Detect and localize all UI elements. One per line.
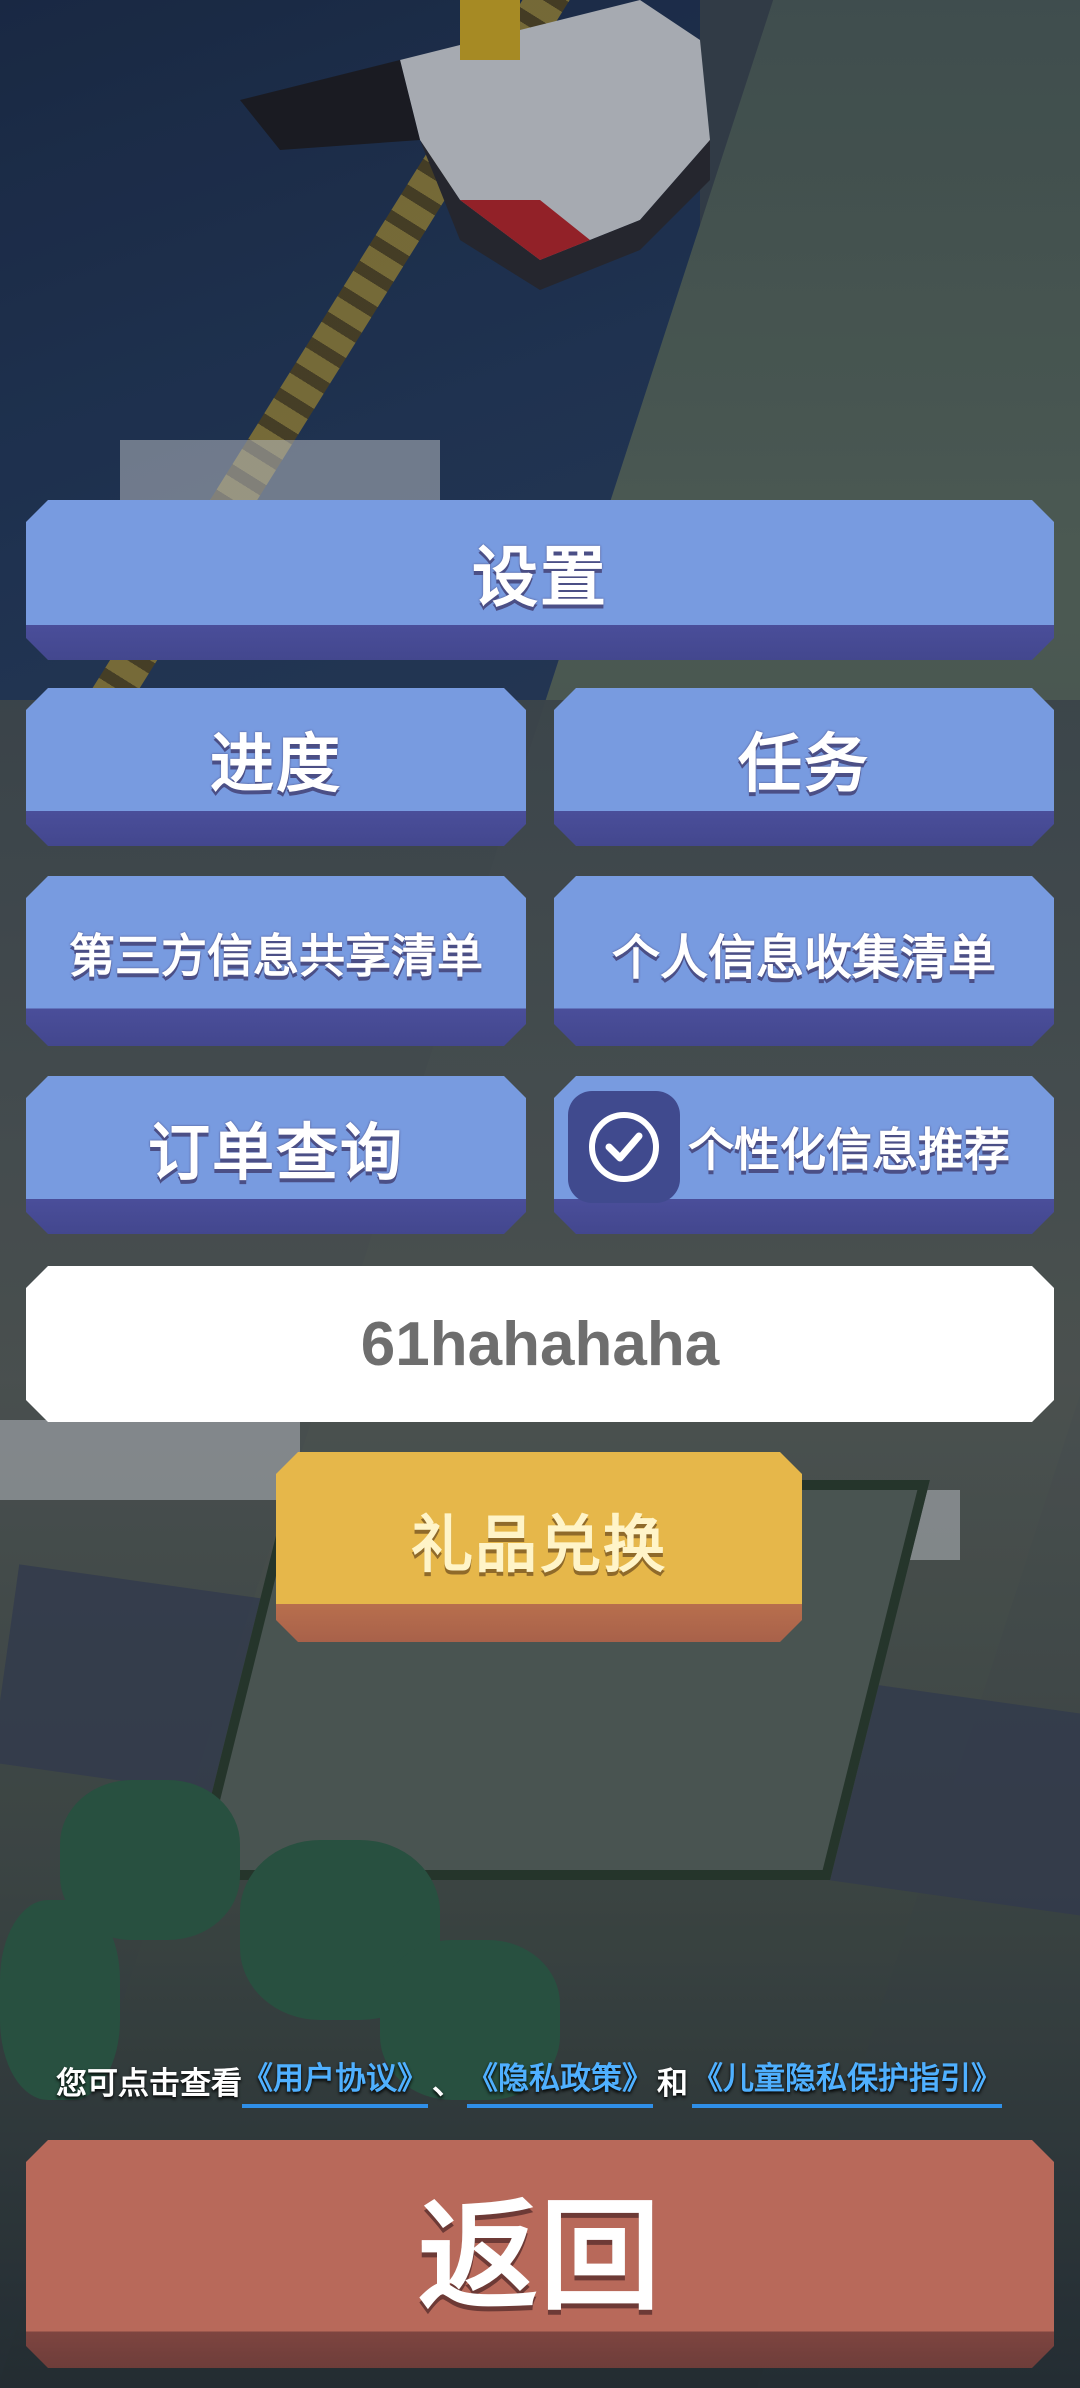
tasks-button[interactable]: 任务	[554, 688, 1054, 846]
gift-redeem-label: 礼品兑换	[410, 1508, 667, 1581]
third-party-sharing-list-button[interactable]: 第三方信息共享清单	[26, 876, 526, 1046]
tasks-label: 任务	[738, 728, 870, 802]
personal-info-collection-list-button[interactable]: 个人信息收集清单	[554, 876, 1054, 1046]
legal-notice: 您可点击查看 《用户协议》 、 《隐私政策》 和 《儿童隐私保护指引》	[56, 2050, 1046, 2110]
legal-prefix: 您可点击查看	[56, 2065, 242, 2102]
settings-button[interactable]: 设置	[26, 500, 1054, 660]
legal-and: 和	[657, 2065, 688, 2102]
personal-info-collection-list-label: 个人信息收集清单	[611, 930, 996, 986]
back-button[interactable]: 返回	[26, 2140, 1054, 2368]
recommendation-checkbox[interactable]	[568, 1091, 680, 1203]
order-query-label: 订单查询	[147, 1116, 404, 1189]
user-agreement-link[interactable]: 《用户协议》	[242, 2053, 428, 2108]
privacy-policy-link[interactable]: 《隐私政策》	[467, 2053, 653, 2108]
personalized-recommendation-label: 个性化信息推荐	[688, 1123, 1010, 1177]
back-label: 返回	[418, 2188, 662, 2327]
progress-button[interactable]: 进度	[26, 688, 526, 846]
personalized-recommendation-toggle[interactable]: 个性化信息推荐	[554, 1076, 1054, 1234]
legal-separator: 、	[432, 2065, 463, 2102]
checkmark-icon	[589, 1112, 659, 1182]
gift-code-input[interactable]: 61hahahaha	[26, 1266, 1054, 1422]
gift-redeem-button[interactable]: 礼品兑换	[276, 1452, 802, 1642]
settings-label: 设置	[472, 539, 608, 616]
third-party-sharing-list-label: 第三方信息共享清单	[69, 929, 483, 983]
gift-code-value: 61hahahaha	[360, 1309, 720, 1379]
order-query-button[interactable]: 订单查询	[26, 1076, 526, 1234]
child-privacy-guide-link[interactable]: 《儿童隐私保护指引》	[692, 2053, 1002, 2108]
progress-label: 进度	[210, 728, 342, 802]
